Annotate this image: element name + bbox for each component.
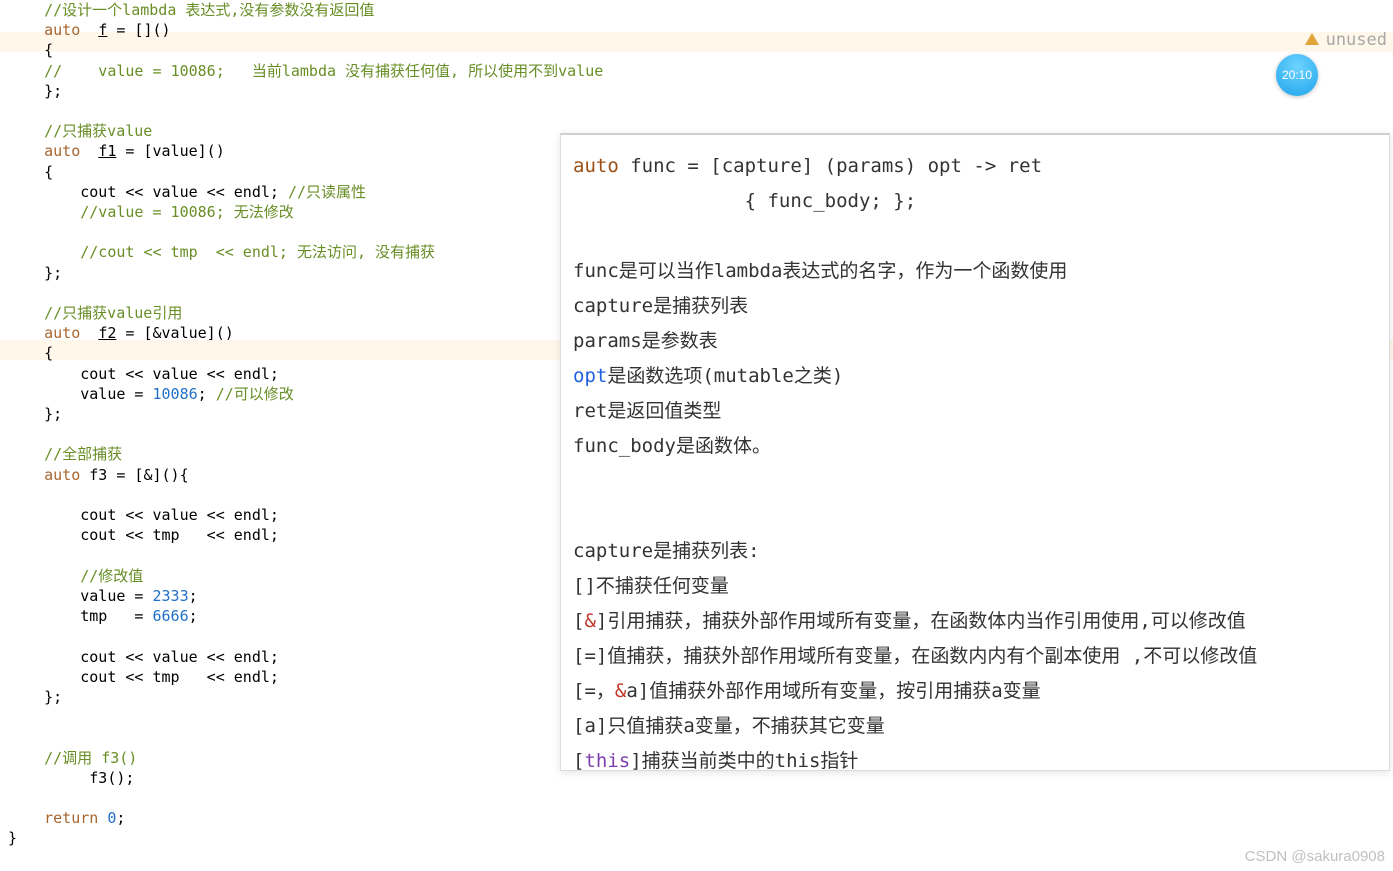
clock-time: 20:10 — [1282, 68, 1312, 82]
desc-func: func是可以当作lambda表达式的名字，作为一个函数使用 — [573, 254, 1377, 289]
capture-rule: [this]捕获当前类中的this指针 — [573, 744, 1377, 779]
capture-rule: [a]只值捕获a变量，不捕获其它变量 — [573, 709, 1377, 744]
desc-body: func_body是函数体。 — [573, 429, 1377, 464]
desc-capture: capture是捕获列表 — [573, 289, 1377, 324]
capture-rule: [=]值捕获，捕获外部作用域所有变量，在函数内内有个副本使用 ,不可以修改值 — [573, 639, 1377, 674]
clock-widget[interactable]: 20:10 — [1276, 54, 1318, 96]
capture-rule: [&]引用捕获，捕获外部作用域所有变量，在函数体内当作引用使用,可以修改值 — [573, 604, 1377, 639]
var-f2: f2 — [98, 324, 116, 342]
desc-params: params是参数表 — [573, 324, 1377, 359]
watermark: CSDN @sakura0908 — [1245, 848, 1385, 865]
desc-opt: opt是函数选项(mutable之类) — [573, 359, 1377, 394]
desc-ret: ret是返回值类型 — [573, 394, 1377, 429]
capture-header: capture是捕获列表: — [573, 534, 1377, 569]
var-f1: f1 — [98, 142, 116, 160]
syntax-line: auto func = [capture] (params) opt -> re… — [573, 149, 1377, 184]
capture-rule: [=，&a]值捕获外部作用域所有变量，按引用捕获a变量 — [573, 674, 1377, 709]
warning-label: unused — [1326, 30, 1387, 50]
code-editor[interactable]: //设计一个lambda 表达式,没有参数没有返回值 auto f = []()… — [8, 0, 568, 849]
explanation-panel: auto func = [capture] (params) opt -> re… — [560, 133, 1390, 771]
syntax-line: { func_body; }; — [573, 184, 1377, 219]
warning-icon — [1305, 33, 1319, 45]
capture-rule: []不捕获任何变量 — [573, 569, 1377, 604]
var-f: f — [98, 21, 107, 39]
comment: //设计一个lambda 表达式,没有参数没有返回值 — [44, 1, 374, 19]
